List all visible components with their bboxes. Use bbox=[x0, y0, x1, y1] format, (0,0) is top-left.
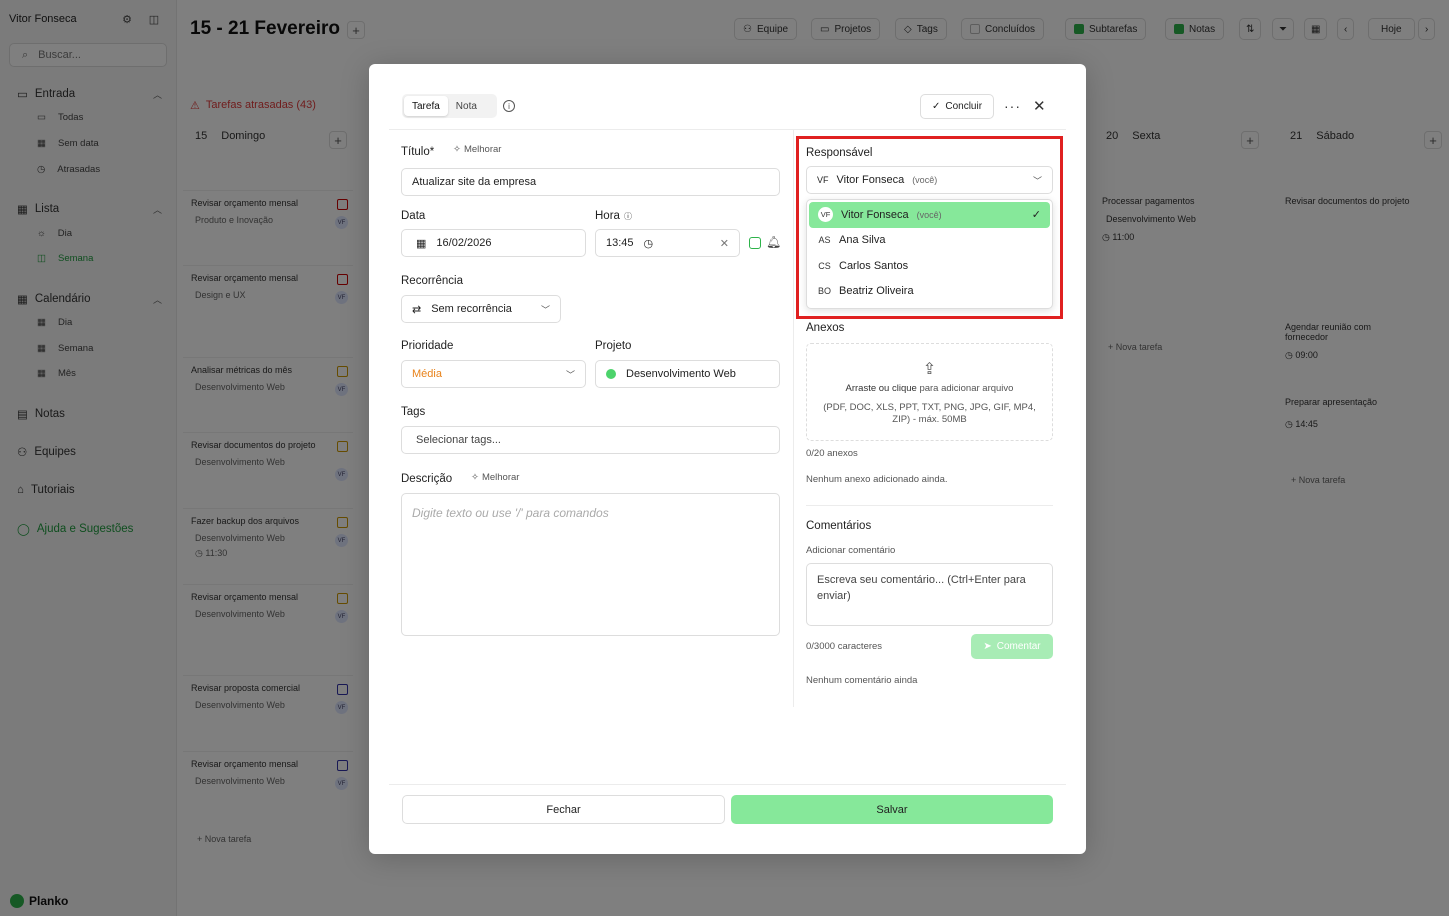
upload-bold-text: Arraste ou clique bbox=[845, 383, 917, 394]
info-icon[interactable]: i bbox=[503, 100, 515, 112]
sparkles-icon: ✧ bbox=[471, 472, 479, 483]
project-label: Projeto bbox=[595, 340, 632, 352]
modal-tabs: Tarefa Nota bbox=[402, 94, 497, 118]
time-value: 13:45 bbox=[606, 237, 634, 249]
improve-title-button[interactable]: ✧ Melhorar bbox=[453, 144, 501, 155]
check-icon: ✓ bbox=[931, 101, 941, 112]
description-label: Descrição bbox=[401, 473, 453, 485]
title-value: Atualizar site da empresa bbox=[412, 176, 537, 188]
chevron-down-icon: ﹀ bbox=[540, 304, 550, 315]
button-label: Melhorar bbox=[463, 144, 502, 155]
chevron-down-icon: ﹀ bbox=[565, 369, 575, 380]
tags-placeholder: Selecionar tags... bbox=[416, 434, 501, 446]
no-attachments-text: Nenhum anexo adicionado ainda. bbox=[806, 474, 948, 485]
upload-icon: ⇪ bbox=[922, 361, 937, 378]
more-options-icon[interactable]: ··· bbox=[1004, 98, 1021, 114]
time-input[interactable]: 13:45 ◷ ✕ bbox=[595, 229, 740, 257]
priority-value: Média bbox=[412, 368, 442, 380]
close-icon[interactable]: ✕ bbox=[1033, 97, 1046, 115]
add-comment-label: Adicionar comentário bbox=[806, 545, 896, 556]
time-label: Hora ⓘ bbox=[595, 210, 632, 222]
sparkles-icon: ✧ bbox=[453, 144, 461, 155]
title-label: Título* bbox=[401, 146, 435, 158]
button-label: Melhorar bbox=[481, 472, 520, 483]
date-label: Data bbox=[401, 210, 426, 222]
save-button[interactable]: Salvar bbox=[731, 795, 1053, 824]
attachments-label: Anexos bbox=[806, 322, 845, 334]
comment-button[interactable]: ➤ Comentar bbox=[971, 634, 1053, 659]
recurrence-value: Sem recorrência bbox=[431, 303, 512, 315]
reminder-checkbox[interactable] bbox=[749, 237, 761, 249]
close-button[interactable]: Fechar bbox=[402, 795, 725, 824]
tab-note[interactable]: Nota bbox=[448, 96, 485, 116]
highlight-box bbox=[796, 136, 1063, 319]
repeat-icon: ⇄ bbox=[412, 303, 422, 316]
improve-description-button[interactable]: ✧ Melhorar bbox=[471, 472, 519, 483]
date-value: 16/02/2026 bbox=[436, 237, 492, 249]
upload-text: para adicionar arquivo bbox=[919, 383, 1014, 394]
button-label: Comentar bbox=[996, 641, 1041, 652]
attachment-count: 0/20 anexos bbox=[806, 448, 858, 459]
priority-select[interactable]: Média ﹀ bbox=[401, 360, 586, 388]
divider bbox=[389, 129, 1066, 130]
title-input[interactable]: Atualizar site da empresa bbox=[401, 168, 780, 196]
info-icon: ⓘ bbox=[623, 211, 632, 221]
description-editor[interactable]: Digite texto ou use '/' para comandos bbox=[401, 493, 780, 636]
date-input[interactable]: ▦ 16/02/2026 bbox=[401, 229, 586, 257]
char-count: 0/3000 caracteres bbox=[806, 641, 883, 652]
clock-icon: ◷ bbox=[643, 237, 654, 250]
divider bbox=[793, 129, 794, 707]
recurrence-label: Recorrência bbox=[401, 275, 463, 287]
project-color-dot bbox=[606, 369, 616, 379]
time-label-text: Hora bbox=[595, 210, 620, 222]
divider bbox=[389, 784, 1066, 785]
calendar-icon: ▦ bbox=[416, 237, 427, 250]
no-comments-text: Nenhum comentário ainda bbox=[806, 675, 918, 686]
comments-label: Comentários bbox=[806, 520, 872, 532]
upload-formats: (PDF, DOC, XLS, PPT, TXT, PNG, JPG, GIF,… bbox=[823, 402, 1036, 426]
bell-icon[interactable]: 🔔︎ bbox=[766, 235, 781, 249]
file-upload-dropzone[interactable]: ⇪ Arraste ou clique para adicionar arqui… bbox=[806, 343, 1053, 441]
send-icon: ➤ bbox=[983, 641, 992, 652]
comment-input[interactable]: Escreva seu comentário... (Ctrl+Enter pa… bbox=[806, 563, 1053, 626]
project-value: Desenvolvimento Web bbox=[626, 368, 736, 380]
tab-task[interactable]: Tarefa bbox=[404, 96, 448, 116]
tags-label: Tags bbox=[401, 406, 426, 418]
tags-select[interactable]: Selecionar tags... bbox=[401, 426, 780, 454]
clear-time-icon[interactable]: ✕ bbox=[720, 237, 729, 250]
divider bbox=[806, 505, 1053, 506]
priority-label: Prioridade bbox=[401, 340, 454, 352]
recurrence-select[interactable]: ⇄ Sem recorrência ﹀ bbox=[401, 295, 561, 323]
task-modal: Tarefa Nota i ✓ Concluir ··· ✕ Título* ✧ M… bbox=[369, 64, 1086, 854]
complete-button[interactable]: ✓ Concluir bbox=[920, 94, 994, 119]
project-select[interactable]: Desenvolvimento Web bbox=[595, 360, 780, 388]
button-label: Concluir bbox=[945, 101, 983, 112]
